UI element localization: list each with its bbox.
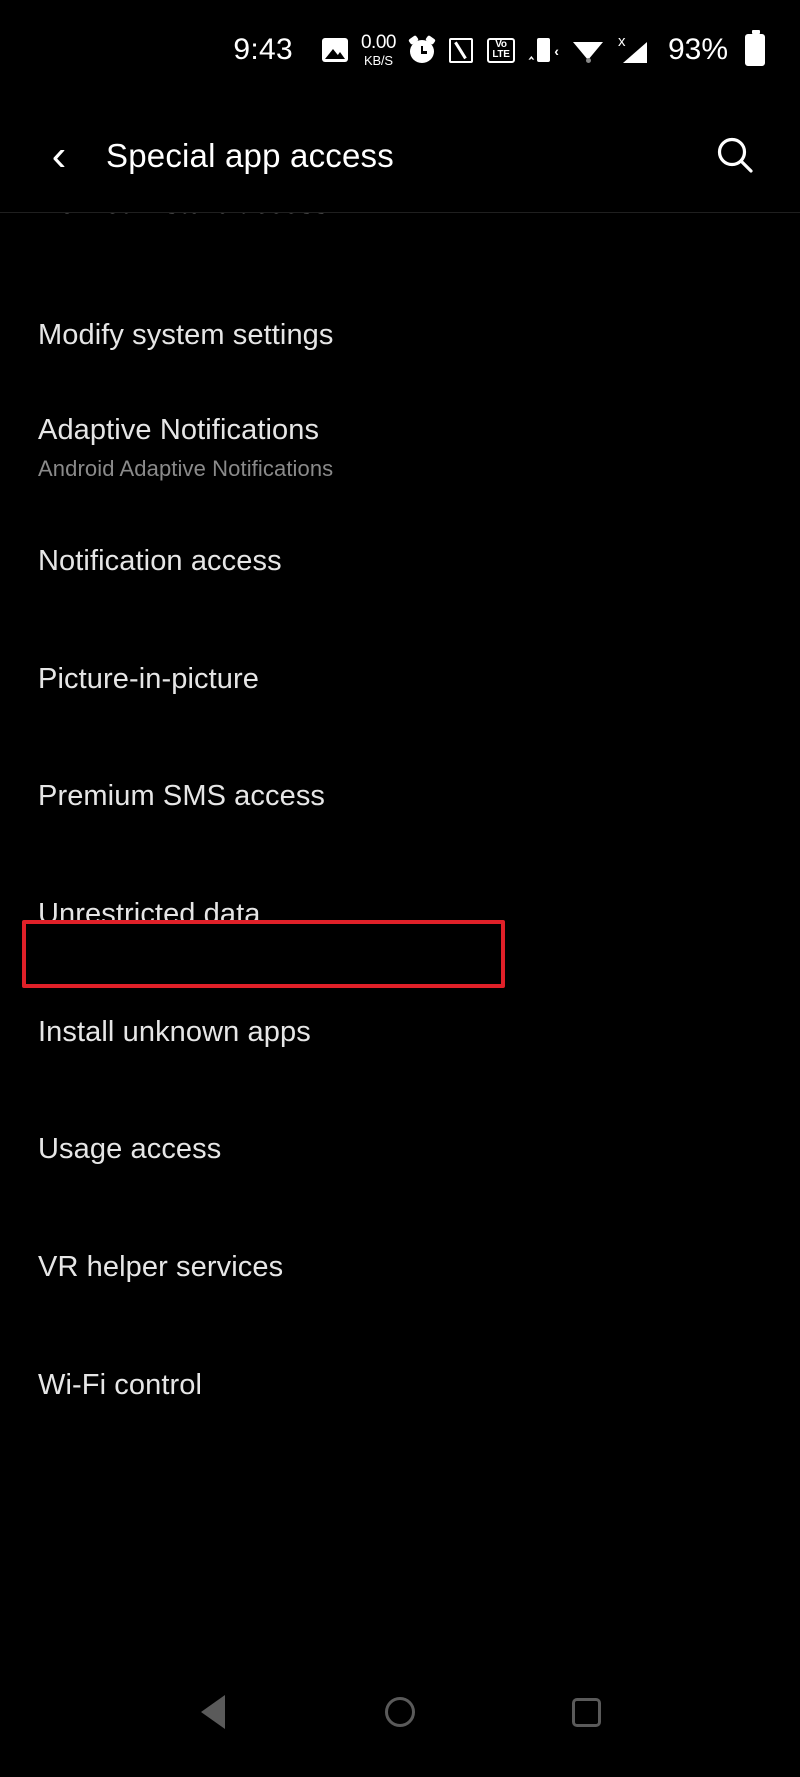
battery-percent-label: 93%	[667, 33, 728, 66]
list-item-label: Do Not Disturb access	[38, 213, 800, 222]
list-item-label: Usage access	[38, 1132, 222, 1165]
navigation-bar	[0, 1647, 800, 1777]
page-title: Special app access	[106, 137, 394, 174]
nav-recents-icon[interactable]	[552, 1677, 622, 1747]
nav-home-icon[interactable]	[365, 1677, 435, 1747]
list-item[interactable]: VR helper services	[0, 1237, 800, 1297]
network-speed-icon: 0.00 KB/S	[361, 33, 396, 67]
nfc-icon	[448, 37, 473, 63]
list-item-sublabel: Android Adaptive Notifications	[38, 456, 334, 482]
volte-icon: Vo LTE	[486, 37, 515, 63]
list-item-label: Premium SMS access	[38, 779, 326, 812]
status-bar-clock: 9:43	[233, 33, 293, 66]
list-item-clipped[interactable]: Do Not Disturb access	[0, 213, 800, 222]
list-item[interactable]: Unrestricted data	[0, 884, 800, 944]
list-item-install-unknown-apps[interactable]: Install unknown apps	[0, 1002, 800, 1062]
list-item[interactable]: Premium SMS access	[0, 766, 800, 826]
network-speed-value: 0.00	[360, 32, 396, 53]
list-item-label: VR helper services	[38, 1250, 284, 1283]
back-button[interactable]: ‹	[36, 133, 82, 179]
alarm-icon	[408, 34, 436, 63]
list-item[interactable]: Usage access	[0, 1119, 800, 1179]
search-icon[interactable]	[712, 133, 758, 179]
list-item[interactable]: Wi-Fi control	[0, 1355, 800, 1415]
list-item-label: Notification access	[38, 544, 282, 577]
list-item-label: Install unknown apps	[38, 1015, 311, 1048]
list-item-label: Wi-Fi control	[38, 1368, 203, 1401]
list-item-label: Unrestricted data	[38, 897, 261, 930]
wifi-icon	[572, 38, 603, 63]
list-item[interactable]: Notification access	[0, 531, 800, 591]
phone-screen: 9:43 0.00 KB/S Vo LTE ‸ ‹ x 93% ‹ Specia…	[0, 0, 800, 1777]
list-item-label: Adaptive Notifications	[38, 414, 320, 447]
status-bar: 9:43 0.00 KB/S Vo LTE ‸ ‹ x 93%	[0, 0, 800, 100]
volte-bottom-label: LTE	[492, 49, 510, 60]
app-bar: ‹ Special app access	[0, 100, 800, 212]
list-item-label: Modify system settings	[38, 318, 334, 351]
battery-icon	[745, 30, 765, 66]
network-speed-unit: KB/S	[364, 53, 393, 68]
list-item[interactable]: Picture-in-picture	[0, 649, 800, 709]
nav-back-icon[interactable]	[178, 1677, 248, 1747]
vibrate-icon: ‸ ‹	[529, 38, 559, 63]
list-item[interactable]: Modify system settings	[0, 305, 800, 365]
cellular-signal-icon: x	[617, 34, 647, 64]
list-item-label: Picture-in-picture	[38, 662, 259, 695]
gallery-icon	[321, 38, 348, 62]
list-item[interactable]: Adaptive Notifications Android Adaptive …	[0, 403, 800, 493]
settings-list[interactable]: Do Not Disturb access Modify system sett…	[0, 213, 800, 1623]
